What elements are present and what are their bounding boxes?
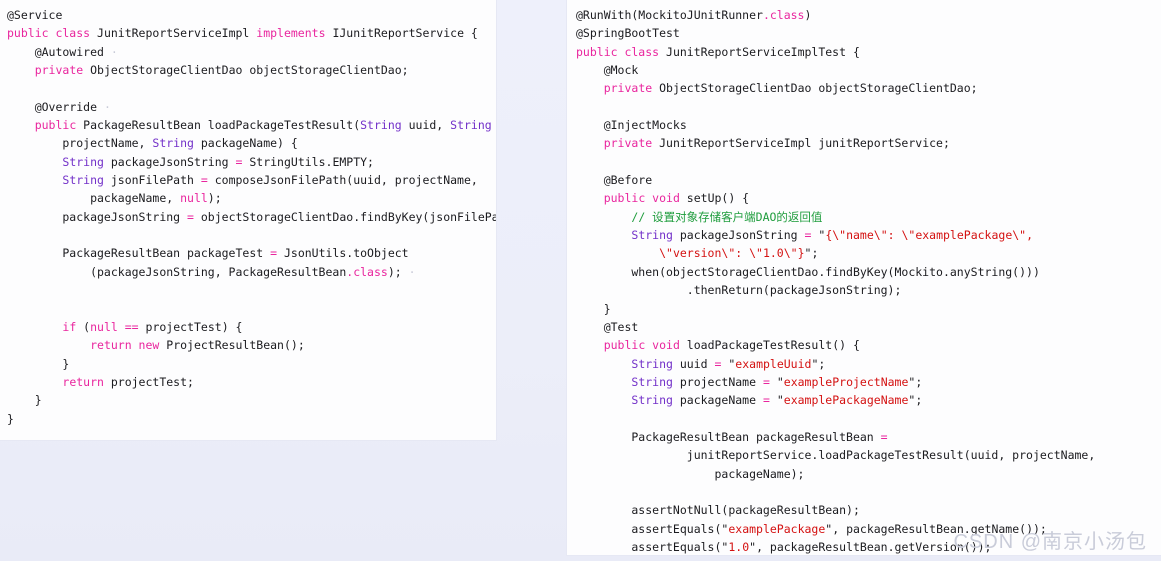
- code-line: public class JunitReportServiceImpl impl…: [7, 26, 478, 41]
- code-line: packageName, null);: [7, 191, 222, 206]
- code-block-service-implementation[interactable]: @Service public class JunitReportServiceI…: [0, 0, 496, 434]
- code-line: assertNotNull(packageResultBean);: [576, 503, 860, 518]
- csdn-watermark: CSDN @南京小汤包: [953, 531, 1147, 553]
- code-line: }: [576, 301, 611, 316]
- code-line: return new ProjectResultBean();: [90, 338, 305, 353]
- code-line: @Mock: [576, 63, 639, 78]
- code-line: @Before: [576, 173, 653, 188]
- code-line: \"version\": \"1.0\"}";: [659, 246, 819, 261]
- code-line: public PackageResultBean loadPackageTest…: [34, 118, 492, 133]
- code-panel-service-implementation[interactable]: @Service public class JunitReportServiceI…: [0, 0, 497, 441]
- code-line: private ObjectStorageClientDao objectSto…: [34, 63, 409, 78]
- code-line: projectName, String packageName) {: [7, 136, 298, 151]
- code-line: String uuid = "exampleUuid";: [631, 356, 826, 371]
- code-line: @SpringBootTest: [576, 26, 680, 41]
- code-line: .thenReturn(packageJsonString);: [576, 283, 902, 298]
- code-line: (packageJsonString, PackageResultBean.cl…: [7, 264, 497, 279]
- code-line: PackageResultBean packageTest = JsonUtil…: [7, 246, 409, 261]
- code-line: when(objectStorageClientDao.findByKey(Mo…: [576, 264, 1040, 279]
- code-line: String projectName = "exampleProjectName…: [631, 374, 923, 389]
- code-line: private JunitReportServiceImpl junitRepo…: [603, 136, 950, 151]
- code-line: String packageName = "examplePackageName…: [631, 393, 923, 408]
- screenshot-root: @Service public class JunitReportServiceI…: [0, 0, 1161, 561]
- code-line: if (null == projectTest) {: [62, 319, 243, 334]
- code-line: @InjectMocks: [576, 118, 687, 133]
- code-line: public class JunitReportServiceImplTest …: [576, 44, 860, 59]
- code-line: packageName);: [576, 466, 805, 481]
- code-line: @RunWith(MockitoJUnitRunner.class): [576, 8, 812, 22]
- code-line: }: [7, 356, 70, 371]
- code-line: public void loadPackageTestResult() {: [603, 338, 860, 353]
- code-line: }: [7, 393, 42, 408]
- code-line: String jsonFilePath = composeJsonFilePat…: [62, 173, 478, 188]
- code-panel-service-unit-test[interactable]: @RunWith(MockitoJUnitRunner.class) @Sprin…: [566, 0, 1161, 556]
- code-line: public void setUp() {: [603, 191, 750, 206]
- code-line: @Override ·: [34, 99, 111, 114]
- code-line: @Autowired ·: [7, 44, 118, 59]
- code-line: @Service: [7, 8, 63, 22]
- code-line: private ObjectStorageClientDao objectSto…: [603, 81, 978, 96]
- code-line: junitReportService.loadPackageTestResult…: [576, 448, 1096, 463]
- code-line: // 设置对象存储客户端DAO的返回值: [631, 209, 823, 224]
- code-line: }: [7, 411, 14, 426]
- code-line: return projectTest;: [62, 374, 194, 389]
- code-block-service-unit-test[interactable]: @RunWith(MockitoJUnitRunner.class) @Sprin…: [567, 0, 1161, 555]
- code-line: @Test: [576, 319, 639, 334]
- code-line: packageJsonString = objectStorageClientD…: [7, 209, 497, 224]
- code-line: PackageResultBean packageResultBean =: [576, 429, 888, 444]
- code-line: String packageJsonString = StringUtils.E…: [62, 154, 374, 169]
- code-line: String packageJsonString = "{\"name\": \…: [631, 228, 1034, 243]
